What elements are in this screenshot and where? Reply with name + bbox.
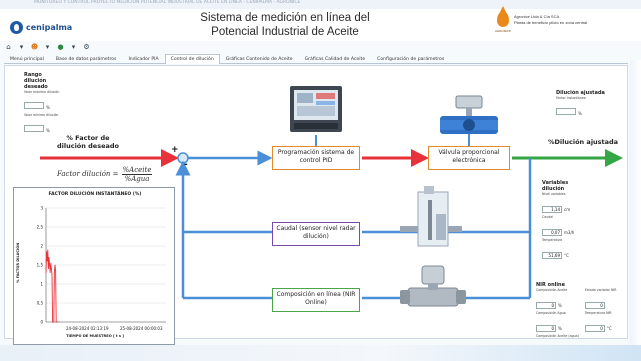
formula-fraction: %Aceite %Agua xyxy=(121,165,153,183)
nir-aceite-field[interactable]: 0 xyxy=(536,302,556,309)
y-tick-label: 2,5 xyxy=(37,225,44,230)
window-edge xyxy=(630,60,641,361)
level-sensor-image xyxy=(400,186,462,247)
y-tick-label: 3 xyxy=(40,206,43,211)
stage-valve[interactable]: Válvula proporcional electrónica xyxy=(428,146,510,170)
dilution-chart: FACTOR DILUCIÓN INSTANTÁNEO (%) % FACTOR… xyxy=(13,187,175,345)
chart-point xyxy=(57,321,59,323)
chart-point xyxy=(54,270,55,272)
proportional-valve-image xyxy=(440,95,498,134)
chart-point xyxy=(48,257,50,258)
chart-point xyxy=(53,321,55,323)
nir-sensor-image xyxy=(400,265,466,307)
chart-point xyxy=(49,272,51,273)
chart-point xyxy=(47,249,49,251)
nir-temp-unit: °C xyxy=(606,326,612,331)
factor-instantaneo-field[interactable] xyxy=(556,108,576,115)
min-unit: % xyxy=(46,128,50,133)
y-tick-label: 0 xyxy=(40,320,43,325)
y-tick-label: 2 xyxy=(40,244,43,249)
rango-title: Rango dilución deseado xyxy=(24,72,48,90)
chart-point xyxy=(46,260,48,262)
x-tick-label: 24-08-2024 02:13:19 xyxy=(66,326,109,331)
stage-pid[interactable]: Programación sistema de control PID xyxy=(272,146,360,170)
max-unit: % xyxy=(46,105,50,110)
rango-dilucion-box: Rango dilución deseado Valor máximo dilu… xyxy=(24,72,64,136)
chart-series-line xyxy=(45,249,58,323)
chart-point xyxy=(48,268,49,270)
chart-point xyxy=(46,251,47,253)
formula-numerator: %Aceite xyxy=(121,165,153,175)
chart-xlabel: TIEMPO DE MUESTREO [ t s ] xyxy=(66,334,124,338)
taskbar-strip xyxy=(0,345,641,361)
x-tick-label: 25-08-2024 00:00:03 xyxy=(120,326,163,331)
chart-point xyxy=(54,264,56,266)
temp-unit: °C xyxy=(564,253,569,258)
chart-point xyxy=(55,270,56,272)
chart-point xyxy=(51,268,52,270)
nir-agua-unit: % xyxy=(558,326,562,331)
output-title: %Dilución ajustada xyxy=(548,138,619,146)
nivel-field[interactable]: 1,14 xyxy=(542,206,562,213)
temp-field[interactable]: 51,69 xyxy=(542,252,562,259)
y-tick-label: 0,5 xyxy=(37,301,44,306)
minus-sign: - xyxy=(184,160,188,170)
formula-denominator: %Agua xyxy=(124,174,150,183)
dilucion-ajustada-box: Dilución ajustada Factor instantáneo % xyxy=(556,90,612,119)
factor-unit: % xyxy=(578,111,582,116)
chart-point xyxy=(49,264,50,266)
min-dilucion-input[interactable] xyxy=(24,125,44,132)
setpoint-title: % Factor de dilución deseado xyxy=(56,134,120,150)
y-tick-label: 1,5 xyxy=(37,263,44,268)
plus-sign: + xyxy=(171,145,179,155)
formula-lhs: Factor dilución = xyxy=(57,170,119,178)
chart-point xyxy=(50,262,52,264)
stage-nir[interactable]: Composición en línea (NIR Online) xyxy=(272,288,360,312)
nir-aceite-unit: % xyxy=(558,303,562,308)
stage-caudal[interactable]: Caudal (sensor nivel radar dilución) xyxy=(272,222,360,246)
caudal-field[interactable]: 0,07 xyxy=(542,229,562,236)
caudal-unit: m3/h xyxy=(564,230,575,235)
nir-agua-field[interactable]: 0 xyxy=(536,325,556,332)
dilution-formula: Factor dilución = %Aceite %Agua xyxy=(57,162,153,186)
variables-box: Variables dilución Nivel variables 1,14 c… xyxy=(542,180,582,261)
pid-controller-image xyxy=(290,86,342,132)
nir-estado-field[interactable]: 0 xyxy=(584,302,605,309)
chart-plot: 0 0,5 1 1,5 2 2,5 3 24-08-2024 02:13:19 25-08-20… xyxy=(37,206,166,331)
nivel-unit: cm xyxy=(564,207,571,212)
max-dilucion-input[interactable] xyxy=(24,102,44,109)
chart-point xyxy=(45,272,47,273)
variables-title: Variables dilución xyxy=(542,180,569,192)
chart-point xyxy=(51,274,53,275)
y-tick-label: 1 xyxy=(40,282,43,287)
nir-temp-field[interactable]: 0 xyxy=(584,325,605,332)
